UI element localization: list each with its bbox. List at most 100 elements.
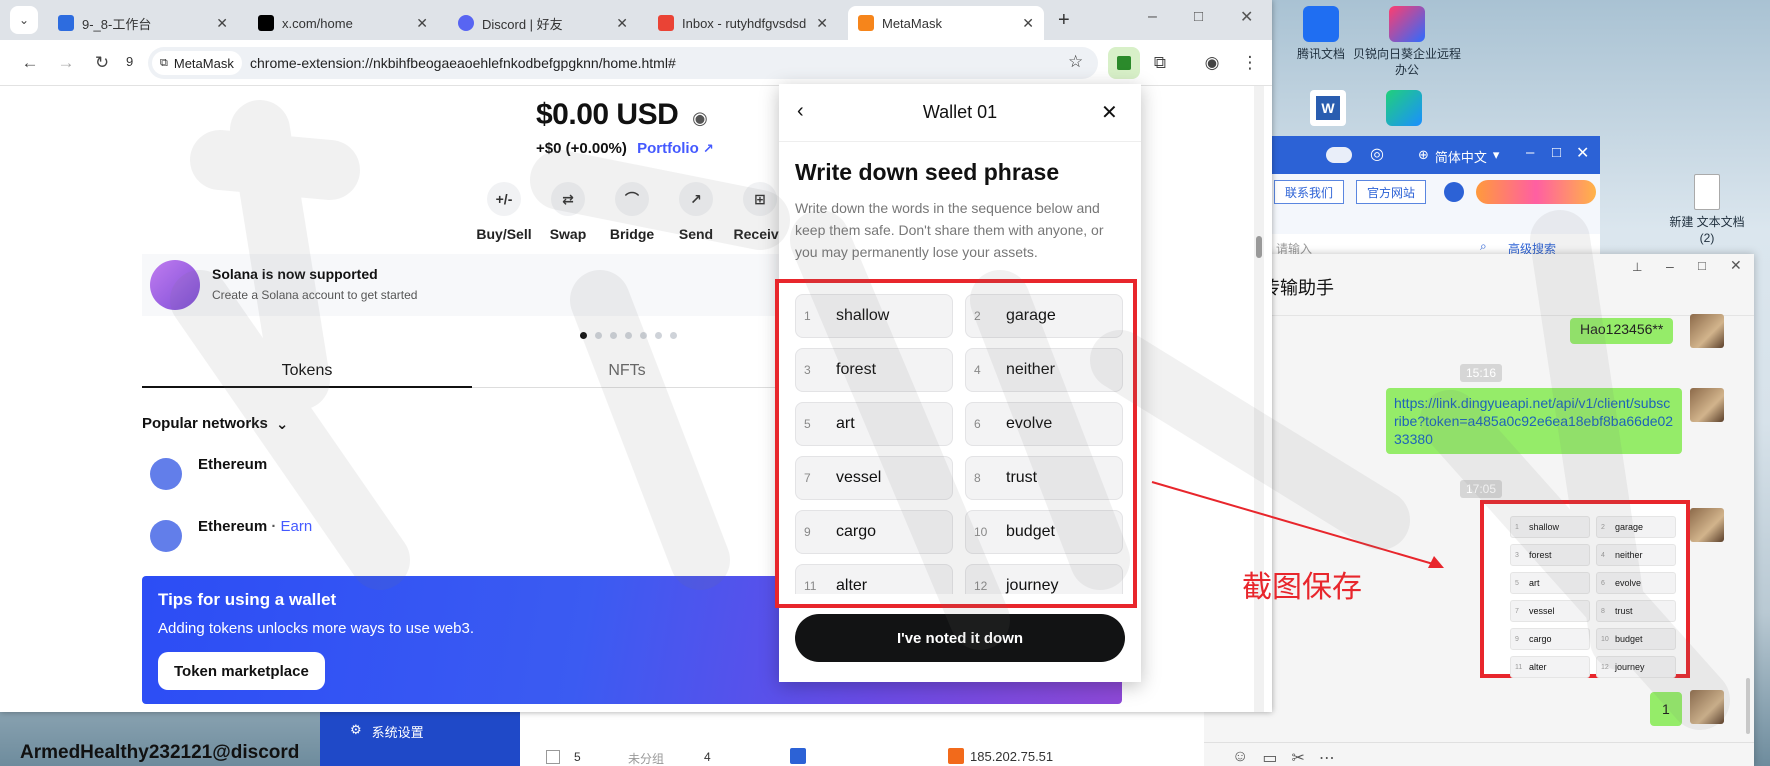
- list-item[interactable]: Ethereum: [142, 454, 782, 502]
- minimize-button[interactable]: –: [1526, 144, 1534, 161]
- menu-kebab-icon[interactable]: ⋮: [1236, 49, 1264, 77]
- scrollbar[interactable]: [1254, 86, 1264, 712]
- link-icon[interactable]: [790, 748, 806, 764]
- more-icon[interactable]: ⋯: [1319, 748, 1335, 766]
- emoji-icon[interactable]: ☺: [1232, 748, 1248, 766]
- carousel-dot[interactable]: [655, 332, 662, 339]
- close-icon[interactable]: ✕: [1022, 15, 1034, 32]
- send-button[interactable]: ↗ Send: [664, 182, 728, 242]
- folder-icon[interactable]: ▭: [1262, 748, 1277, 766]
- tab-label: MetaMask: [882, 15, 942, 31]
- mini-seed-word-cell: 2 garage: [1596, 516, 1676, 538]
- language-select[interactable]: ⊕ 简体中文 ▾: [1418, 147, 1499, 166]
- back-button[interactable]: ←: [16, 49, 44, 77]
- close-icon[interactable]: ✕: [1101, 100, 1118, 125]
- metamask-extension-icon[interactable]: [1108, 47, 1140, 79]
- message-bubble[interactable]: Hao123456**: [1570, 318, 1674, 344]
- buy-sell-button[interactable]: +/- Buy/Sell: [472, 182, 536, 242]
- avatar[interactable]: [1444, 182, 1464, 202]
- close-icon[interactable]: ✕: [616, 15, 628, 32]
- close-icon[interactable]: ✕: [416, 15, 428, 32]
- search-icon[interactable]: ⌕: [1480, 239, 1487, 254]
- solana-banner[interactable]: Solana is now supported Create a Solana …: [142, 254, 782, 316]
- contact-us-button[interactable]: 联系我们: [1274, 180, 1345, 204]
- maximize-button[interactable]: □: [1194, 8, 1203, 25]
- carousel-dot[interactable]: [625, 332, 632, 339]
- scissors-icon[interactable]: ✂: [1291, 748, 1304, 766]
- headset-icon[interactable]: ◎: [1370, 144, 1384, 164]
- eye-icon[interactable]: ◉: [692, 108, 708, 128]
- minimize-button[interactable]: –: [1666, 258, 1674, 274]
- screenshot-image-message[interactable]: 1 shallow 2 garage 3 forest 4 neither 5 art 6 evolv…: [1480, 500, 1690, 678]
- tab-metamask[interactable]: MetaMask ✕: [848, 6, 1044, 40]
- new-tab-button[interactable]: +: [1058, 9, 1070, 32]
- mini-seed-word: art: [1529, 578, 1540, 588]
- toggle-switch[interactable]: [1326, 147, 1352, 163]
- bridge-button[interactable]: ⌒ Bridge: [600, 182, 664, 242]
- row-checkbox[interactable]: [546, 750, 560, 764]
- tab-search-button[interactable]: ⌄: [10, 6, 38, 34]
- noted-it-down-button[interactable]: I've noted it down: [795, 614, 1125, 662]
- dialog-title: Wallet 01: [922, 102, 998, 122]
- carousel-dot[interactable]: [580, 332, 587, 339]
- bookmark-star-icon[interactable]: ☆: [1068, 52, 1083, 72]
- pin-icon[interactable]: ⊥: [1632, 260, 1642, 274]
- desktop-icon-sunlogin[interactable]: 贝锐向日葵企业远程办公: [1352, 6, 1462, 78]
- swap-button[interactable]: ⇄ Swap: [536, 182, 600, 242]
- portfolio-link[interactable]: Portfolio: [637, 140, 699, 157]
- mini-seed-word-cell: 12 journey: [1596, 656, 1676, 678]
- earn-link[interactable]: Earn: [281, 518, 313, 535]
- word-icon[interactable]: W: [1310, 90, 1346, 126]
- carousel-dot[interactable]: [595, 332, 602, 339]
- gmail-icon: [658, 15, 674, 31]
- close-button[interactable]: ✕: [1576, 143, 1589, 163]
- mini-seed-word: alter: [1529, 662, 1547, 672]
- close-icon[interactable]: ✕: [816, 15, 828, 32]
- scrollbar[interactable]: [1746, 678, 1750, 734]
- action-label: Swap: [549, 226, 587, 242]
- language-label: 简体中文: [1434, 150, 1487, 165]
- link-message-bubble[interactable]: https://link.dingyueapi.net/api/v1/clien…: [1386, 388, 1682, 454]
- maximize-button[interactable]: □: [1552, 144, 1561, 161]
- mini-seed-word-cell: 11 alter: [1510, 656, 1590, 678]
- carousel-dot[interactable]: [610, 332, 617, 339]
- reload-button[interactable]: ↻: [88, 49, 116, 77]
- desktop-icon-text-file[interactable]: 新建 文本文档 (2): [1662, 174, 1752, 246]
- reload-badge: 9: [126, 54, 134, 69]
- popular-networks-dropdown[interactable]: Popular networks ⌄: [142, 415, 288, 433]
- close-icon[interactable]: ✕: [216, 15, 228, 32]
- list-item[interactable]: Ethereum · Earn: [142, 516, 782, 564]
- token-marketplace-button[interactable]: Token marketplace: [158, 652, 325, 690]
- tab-label: Inbox - rutyhdfgvsdsdgd: [682, 15, 806, 31]
- tab-inbox[interactable]: Inbox - rutyhdfgvsdsdgd ✕: [648, 6, 838, 40]
- site-chip[interactable]: ⧉ MetaMask: [152, 51, 242, 75]
- mini-seed-word-cell: 9 cargo: [1510, 628, 1590, 650]
- media-player-icon[interactable]: [1386, 90, 1422, 126]
- close-window-button[interactable]: ✕: [1240, 7, 1253, 27]
- sidebar-item-system-settings[interactable]: ⚙ 系统设置: [350, 722, 424, 741]
- message-bubble[interactable]: 1: [1650, 692, 1682, 726]
- carousel-dot[interactable]: [670, 332, 677, 339]
- timestamp: 17:05: [1460, 480, 1503, 498]
- tab-tokens[interactable]: Tokens: [142, 354, 472, 388]
- carousel-dots[interactable]: [580, 332, 677, 339]
- forward-button[interactable]: →: [52, 49, 80, 77]
- tab-x-home[interactable]: x.com/home ✕: [248, 6, 438, 40]
- mini-seed-word-number: 7: [1515, 607, 1519, 615]
- tab-workbench[interactable]: 9-_8-工作台 ✕: [48, 6, 238, 40]
- discord-icon: [458, 15, 474, 31]
- minimize-button[interactable]: –: [1148, 8, 1157, 26]
- mini-seed-word-number: 11: [1515, 663, 1523, 671]
- carousel-dot[interactable]: [640, 332, 647, 339]
- profile-icon[interactable]: ◉: [1198, 49, 1226, 77]
- close-button[interactable]: ✕: [1730, 257, 1742, 274]
- maximize-button[interactable]: □: [1698, 258, 1706, 273]
- tab-nfts[interactable]: NFTs: [472, 354, 782, 388]
- avatar: [1690, 508, 1724, 542]
- official-site-button[interactable]: 官方网站: [1356, 180, 1427, 204]
- tab-discord[interactable]: Discord | 好友 ✕: [448, 6, 638, 40]
- change-value: +$0 (+0.00%): [536, 140, 627, 157]
- external-link-icon: ↗: [702, 141, 714, 156]
- address-bar[interactable]: ⧉ MetaMask chrome-extension://nkbihfbeog…: [148, 47, 1098, 79]
- extensions-puzzle-icon[interactable]: ⧉: [1146, 49, 1174, 77]
